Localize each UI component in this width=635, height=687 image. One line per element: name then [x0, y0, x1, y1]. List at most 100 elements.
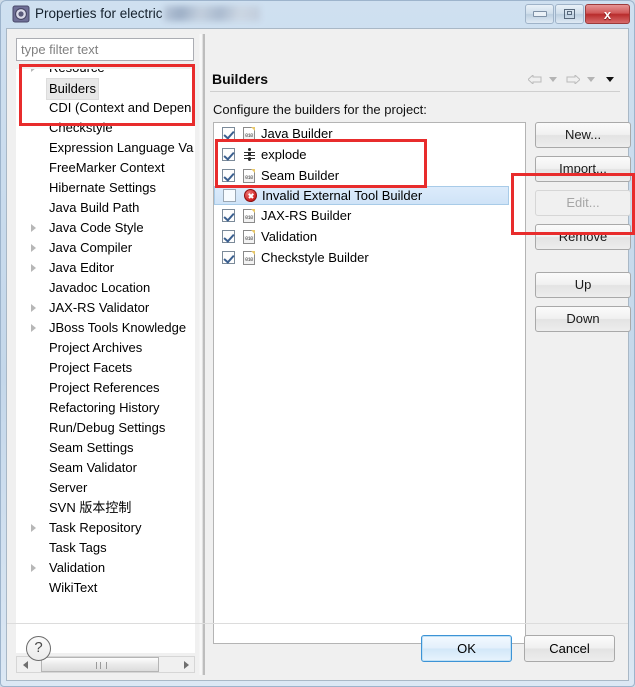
- sidebar-item-label: Project Facets: [49, 360, 133, 375]
- sidebar-item-label: Java Editor: [49, 260, 115, 275]
- sidebar-item-builders[interactable]: Builders: [16, 78, 195, 100]
- sidebar-item-project-archives[interactable]: Project Archives: [16, 338, 195, 358]
- page-navigation-bar: [527, 69, 620, 89]
- forward-dropdown-icon[interactable]: [584, 71, 601, 88]
- window-title: Properties for electric: [35, 6, 163, 21]
- sidebar-item-label: Run/Debug Settings: [49, 420, 166, 435]
- sidebar-item-freemarker-context[interactable]: FreeMarker Context: [16, 158, 195, 178]
- sidebar-item-label: Resource: [46, 69, 108, 78]
- sidebar-item-label: Seam Validator: [49, 460, 137, 475]
- sidebar-item-task-repository[interactable]: Task Repository: [16, 518, 195, 538]
- redacted-title-region: [164, 6, 260, 21]
- table-row[interactable]: 010 Java Builder: [214, 123, 525, 144]
- builder-checkbox[interactable]: [222, 230, 235, 243]
- chevron-right-icon[interactable]: [31, 564, 36, 572]
- sidebar-item-label: Task Tags: [49, 540, 107, 555]
- builder-010-icon: 010: [241, 126, 257, 142]
- ant-builder-icon: [241, 147, 257, 163]
- table-row[interactable]: explode: [214, 144, 525, 165]
- table-row[interactable]: 010 JAX-RS Builder: [214, 205, 525, 226]
- sidebar-item-label: Project Archives: [49, 340, 143, 355]
- builder-checkbox[interactable]: [222, 209, 235, 222]
- sidebar-item-label: Seam Settings: [49, 440, 134, 455]
- sidebar-item-jax-rs-validator[interactable]: JAX-RS Validator: [16, 298, 195, 318]
- builder-010-icon: 010: [241, 250, 257, 266]
- sidebar-item-java-editor[interactable]: Java Editor: [16, 258, 195, 278]
- sidebar-item-refactoring-history[interactable]: Refactoring History: [16, 398, 195, 418]
- chevron-right-icon[interactable]: [31, 324, 36, 332]
- forward-arrow-icon[interactable]: [565, 71, 582, 88]
- sidebar-item-label: Java Build Path: [49, 200, 140, 215]
- builders-list[interactable]: 010 Java Builder explode 010 Seam Builder Inv…: [213, 122, 526, 644]
- sidebar-item-server[interactable]: Server: [16, 478, 195, 498]
- dialog-body: ResourceBuildersCDI (Context and DepenCh…: [6, 28, 631, 681]
- sidebar-item-resource[interactable]: Resource: [16, 69, 195, 78]
- sidebar-item-run-debug-settings[interactable]: Run/Debug Settings: [16, 418, 195, 438]
- sidebar-item-wikitext[interactable]: WikiText: [16, 578, 195, 598]
- back-arrow-icon[interactable]: [527, 71, 544, 88]
- chevron-right-icon[interactable]: [31, 224, 36, 232]
- chevron-right-icon[interactable]: [31, 304, 36, 312]
- table-row[interactable]: 010 Checkstyle Builder: [214, 247, 525, 268]
- sidebar-item-seam-settings[interactable]: Seam Settings: [16, 438, 195, 458]
- sidebar-item-label: FreeMarker Context: [49, 160, 165, 175]
- search-input[interactable]: [17, 39, 193, 60]
- sidebar-item-label: JBoss Tools Knowledge: [49, 320, 187, 335]
- panel-divider[interactable]: [199, 34, 205, 675]
- view-menu-dropdown-icon[interactable]: [603, 71, 620, 88]
- up-button[interactable]: Up: [535, 272, 631, 298]
- back-dropdown-icon[interactable]: [546, 71, 563, 88]
- remove-button[interactable]: Remove: [535, 224, 631, 250]
- sidebar-item-label: Refactoring History: [49, 400, 160, 415]
- header-divider: [210, 91, 620, 92]
- builder-checkbox[interactable]: [222, 127, 235, 140]
- down-button[interactable]: Down: [535, 306, 631, 332]
- sidebar-item-hibernate-settings[interactable]: Hibernate Settings: [16, 178, 195, 198]
- builder-010-icon: 010: [241, 229, 257, 245]
- sidebar-item-java-build-path[interactable]: Java Build Path: [16, 198, 195, 218]
- help-icon[interactable]: ?: [26, 636, 51, 661]
- cancel-button[interactable]: Cancel: [524, 635, 615, 662]
- table-row[interactable]: 010 Validation: [214, 226, 525, 247]
- preference-tree[interactable]: ResourceBuildersCDI (Context and Depen Ch…: [16, 69, 195, 653]
- close-button[interactable]: x: [585, 4, 630, 24]
- import-button[interactable]: Import...: [535, 156, 631, 182]
- sidebar-item-label: Server: [49, 480, 88, 495]
- sidebar-item-checkstyle[interactable]: Checkstyle: [16, 118, 195, 138]
- chevron-right-icon[interactable]: [31, 524, 36, 532]
- sidebar-item-cdi-context-and-depen[interactable]: CDI (Context and Depen: [16, 98, 195, 118]
- sidebar-item-project-references[interactable]: Project References: [16, 378, 195, 398]
- sidebar-item-label: Javadoc Location: [49, 280, 151, 295]
- sidebar-item-validation[interactable]: Validation: [16, 558, 195, 578]
- ok-button[interactable]: OK: [421, 635, 512, 662]
- builder-checkbox[interactable]: [222, 251, 235, 264]
- table-row[interactable]: 010 Seam Builder: [214, 165, 525, 186]
- chevron-right-icon[interactable]: [31, 264, 36, 272]
- page-title: Builders: [212, 71, 269, 87]
- sidebar-item-javadoc-location[interactable]: Javadoc Location: [16, 278, 195, 298]
- builder-checkbox[interactable]: [223, 189, 236, 202]
- table-row[interactable]: Invalid External Tool Builder: [214, 186, 510, 205]
- builder-010-icon: 010: [241, 208, 257, 224]
- sidebar-item-expression-language-va[interactable]: Expression Language Va: [16, 138, 195, 158]
- maximize-button[interactable]: [555, 4, 584, 24]
- sidebar-item-seam-validator[interactable]: Seam Validator: [16, 458, 195, 478]
- sidebar-item-task-tags[interactable]: Task Tags: [16, 538, 195, 558]
- filter-box[interactable]: [16, 38, 194, 61]
- sidebar-item-label: Validation: [49, 560, 106, 575]
- new-button[interactable]: New...: [535, 122, 631, 148]
- sidebar-item-project-facets[interactable]: Project Facets: [16, 358, 195, 378]
- builder-checkbox[interactable]: [222, 169, 235, 182]
- chevron-right-icon[interactable]: [31, 244, 36, 252]
- sidebar-item-java-code-style[interactable]: Java Code Style: [16, 218, 195, 238]
- properties-gear-icon: [12, 5, 30, 23]
- sidebar-item-label: Checkstyle: [49, 120, 113, 135]
- builder-checkbox[interactable]: [222, 148, 235, 161]
- minimize-button[interactable]: [525, 4, 554, 24]
- sidebar-item-jboss-tools-knowledge[interactable]: JBoss Tools Knowledge: [16, 318, 195, 338]
- sidebar-item-label: Task Repository: [49, 520, 142, 535]
- chevron-right-icon[interactable]: [31, 69, 36, 72]
- sidebar-item-svn[interactable]: SVN 版本控制: [16, 498, 195, 518]
- sidebar-item-label: Java Code Style: [49, 220, 144, 235]
- sidebar-item-java-compiler[interactable]: Java Compiler: [16, 238, 195, 258]
